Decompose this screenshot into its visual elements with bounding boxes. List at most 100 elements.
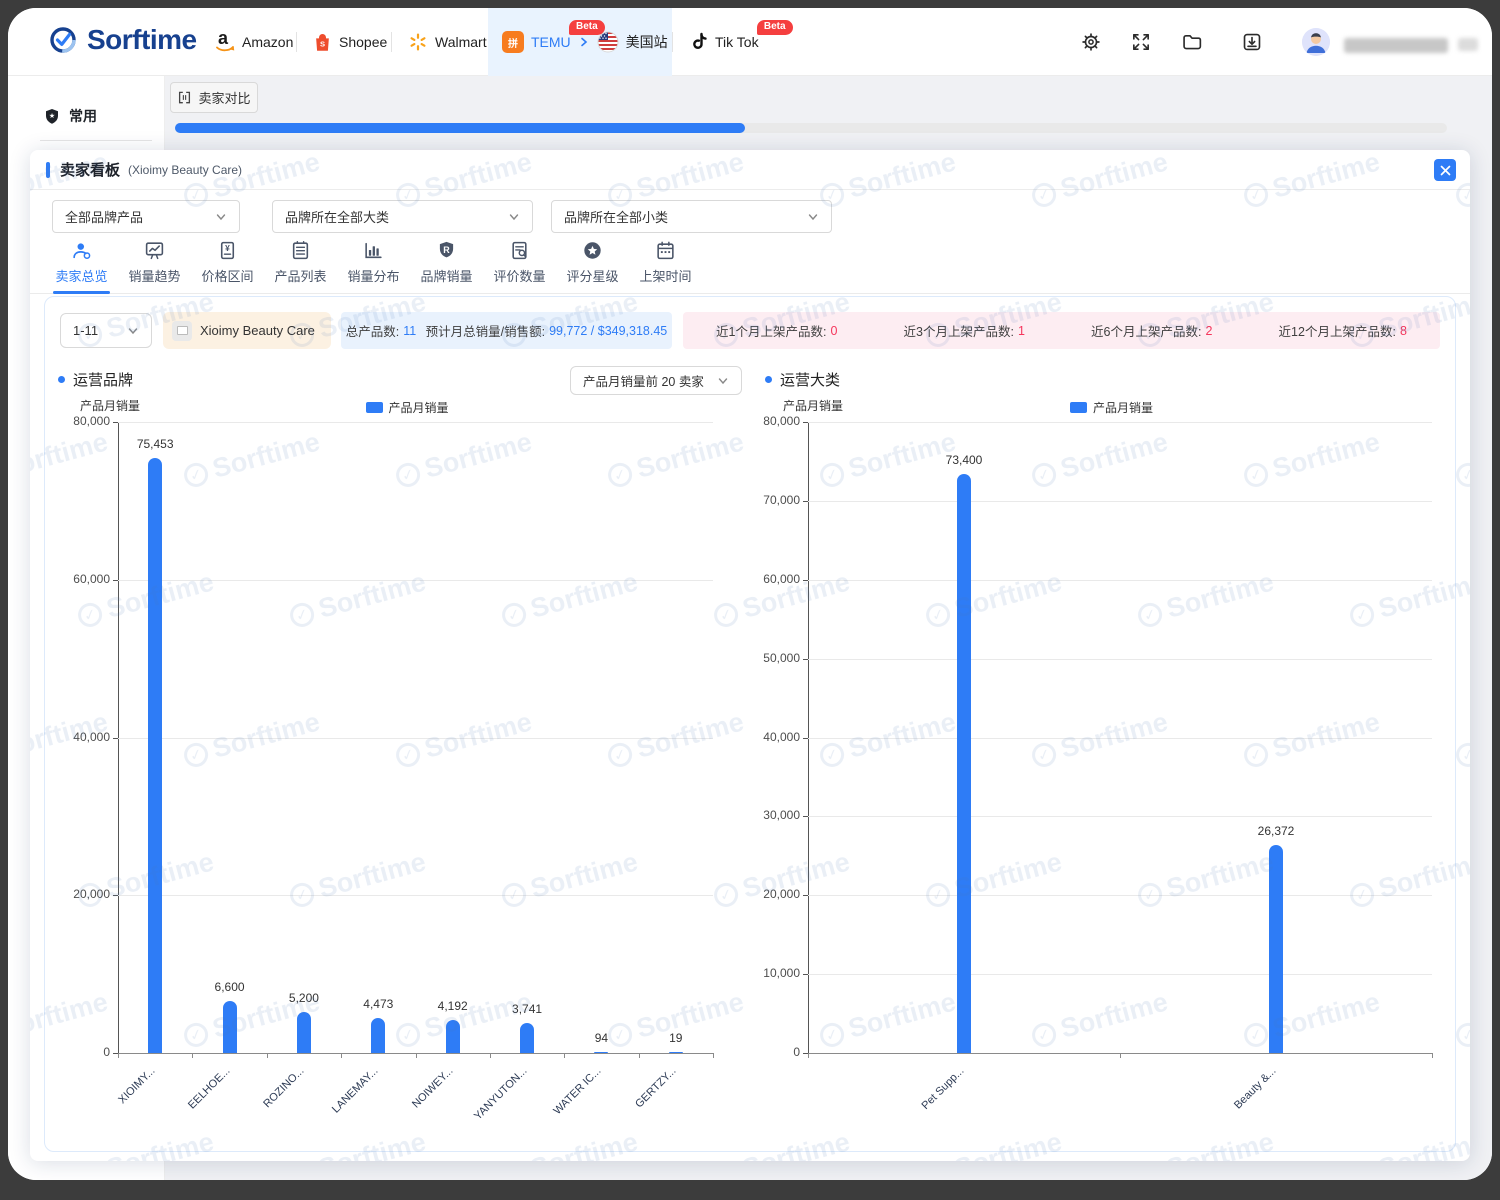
bar-value-label: 73,400: [914, 453, 1014, 467]
nav-tab-walmart[interactable]: Walmart: [408, 8, 487, 76]
filter-value: 品牌所在全部小类: [564, 207, 668, 226]
legend: 产品月销量: [1070, 399, 1153, 416]
settings-gear-icon[interactable]: [1080, 31, 1102, 53]
bar-value-label: 26,372: [1226, 824, 1326, 838]
bar[interactable]: [957, 474, 971, 1053]
tab-sales-trend[interactable]: 销量趋势: [118, 240, 191, 293]
x-axis-label: EELHOE...: [159, 1065, 233, 1139]
bar[interactable]: [520, 1023, 534, 1053]
sidebar-item-favorites[interactable]: ★ 常用: [44, 106, 97, 126]
bar[interactable]: [297, 1012, 311, 1053]
bullet-dot-icon: [765, 376, 772, 383]
nav-tab-shopee[interactable]: S Shopee: [313, 8, 387, 76]
y-tick-label: 50,000: [736, 651, 800, 665]
nav-tab-tiktok[interactable]: Tik Tok Beta: [690, 8, 759, 76]
download-icon[interactable]: [1241, 31, 1263, 53]
x-tick-mark: [118, 1053, 119, 1058]
tab-label: 评分星级: [566, 266, 618, 285]
user-avatar[interactable]: [1302, 28, 1330, 56]
tab-label: 评价数量: [493, 266, 545, 285]
nav-tab-amazon[interactable]: a Amazon: [215, 8, 293, 76]
tab-listing-time[interactable]: 上架时间: [629, 240, 702, 293]
seller-thumbnail: [172, 321, 192, 341]
horizontal-scrollbar-track[interactable]: [175, 123, 1447, 133]
y-tick-mark: [113, 422, 118, 423]
listed-3month-stat: 近3个月上架产品数: 1: [904, 321, 1025, 340]
sidebar-item-label: 常用: [69, 106, 97, 126]
bar[interactable]: [446, 1020, 460, 1053]
modal-header: 卖家看板 (Xioimy Beauty Care): [30, 150, 1470, 190]
chevron-down-icon: [215, 211, 227, 223]
sorftime-logo-icon: [48, 25, 78, 55]
shield-icon: ★: [44, 108, 60, 125]
nav-divider: [296, 32, 297, 52]
shopee-icon: S: [313, 32, 332, 53]
fullscreen-icon[interactable]: [1130, 31, 1152, 53]
y-tick-mark: [803, 895, 808, 896]
svg-text:S: S: [320, 39, 325, 48]
modal-title: 卖家看板: [60, 159, 120, 180]
x-axis-label: XIOIMY...: [84, 1065, 158, 1139]
close-button[interactable]: [1434, 159, 1456, 181]
chevron-right-icon: [578, 36, 590, 48]
y-tick-label: 60,000: [46, 572, 110, 586]
watermark-check-icon: ✓: [923, 1160, 952, 1161]
chevron-down-icon: [807, 211, 819, 223]
x-axis-label: Pet Supp...: [893, 1065, 967, 1139]
x-axis-label: YANYUTON...: [456, 1065, 530, 1139]
top-sellers-select[interactable]: 产品月销量前 20 卖家: [570, 366, 742, 395]
brand-subcategory-filter[interactable]: 品牌所在全部小类: [551, 200, 832, 233]
watermark-check-icon: ✓: [1135, 1160, 1164, 1161]
x-axis-label: Beauty &...: [1205, 1065, 1279, 1139]
tab-seller-overview[interactable]: 卖家总览: [45, 240, 118, 293]
seller-range-select[interactable]: 1-11: [60, 313, 152, 348]
bar[interactable]: [1269, 845, 1283, 1053]
y-tick-mark: [113, 738, 118, 739]
y-axis-title: 产品月销量: [783, 397, 843, 414]
tab-price-range[interactable]: ¥ 价格区间: [191, 240, 264, 293]
tab-label: 品牌销量: [420, 266, 472, 285]
x-axis-label: LANEMAY...: [307, 1065, 381, 1139]
close-icon: [1440, 165, 1451, 176]
listing-stats-box: 近1个月上架产品数: 0 近3个月上架产品数: 1 近6个月上架产品数: 2 近…: [683, 312, 1440, 349]
y-tick-mark: [803, 659, 808, 660]
compare-icon: [177, 90, 192, 105]
horizontal-scrollbar-thumb[interactable]: [175, 123, 745, 133]
tab-sales-distribution[interactable]: 销量分布: [337, 240, 410, 293]
bar[interactable]: [371, 1018, 385, 1053]
left-chart-title: 运营品牌: [73, 369, 133, 390]
temu-beta-badge: Beta: [569, 20, 605, 35]
x-tick-mark: [639, 1053, 640, 1058]
seller-name-chip[interactable]: Xioimy Beauty Care: [163, 312, 331, 349]
y-tick-label: 40,000: [46, 730, 110, 744]
bullet-dot-icon: [58, 376, 65, 383]
gridline: [118, 738, 713, 739]
y-tick-label: 0: [736, 1045, 800, 1059]
sales-distribution-icon: [363, 240, 384, 261]
folder-icon[interactable]: [1181, 31, 1203, 53]
amazon-icon: a: [215, 31, 235, 53]
seller-compare-label: 卖家对比: [198, 88, 250, 107]
gridline: [808, 501, 1432, 502]
tab-review-count[interactable]: 评价数量: [483, 240, 556, 293]
seller-compare-button[interactable]: 卖家对比: [170, 82, 258, 113]
tab-product-list[interactable]: 产品列表: [264, 240, 337, 293]
bar[interactable]: [148, 458, 162, 1053]
bar[interactable]: [223, 1001, 237, 1053]
watermark-check-icon: ✓: [287, 1160, 316, 1161]
tiktok-beta-badge: Beta: [757, 20, 793, 35]
nav-tab-temu[interactable]: 拼 TEMU Beta: [488, 8, 672, 76]
brand-category-filter[interactable]: 品牌所在全部大类: [272, 200, 533, 233]
y-tick-mark: [803, 738, 808, 739]
tab-star-rating[interactable]: 评分星级: [556, 240, 629, 293]
review-count-icon: [509, 240, 530, 261]
bar[interactable]: [594, 1052, 608, 1054]
bar[interactable]: [669, 1052, 683, 1053]
nav-tab-temu-label: TEMU Beta: [531, 34, 571, 50]
filter-value: 全部品牌产品: [65, 207, 143, 226]
brand-products-filter[interactable]: 全部品牌产品: [52, 200, 240, 233]
tab-brand-sales[interactable]: R 品牌销量: [410, 240, 483, 293]
tabs-divider: [30, 293, 1470, 294]
sorftime-logo[interactable]: Sorftime: [48, 24, 197, 56]
tab-label: 销量分布: [347, 266, 399, 285]
